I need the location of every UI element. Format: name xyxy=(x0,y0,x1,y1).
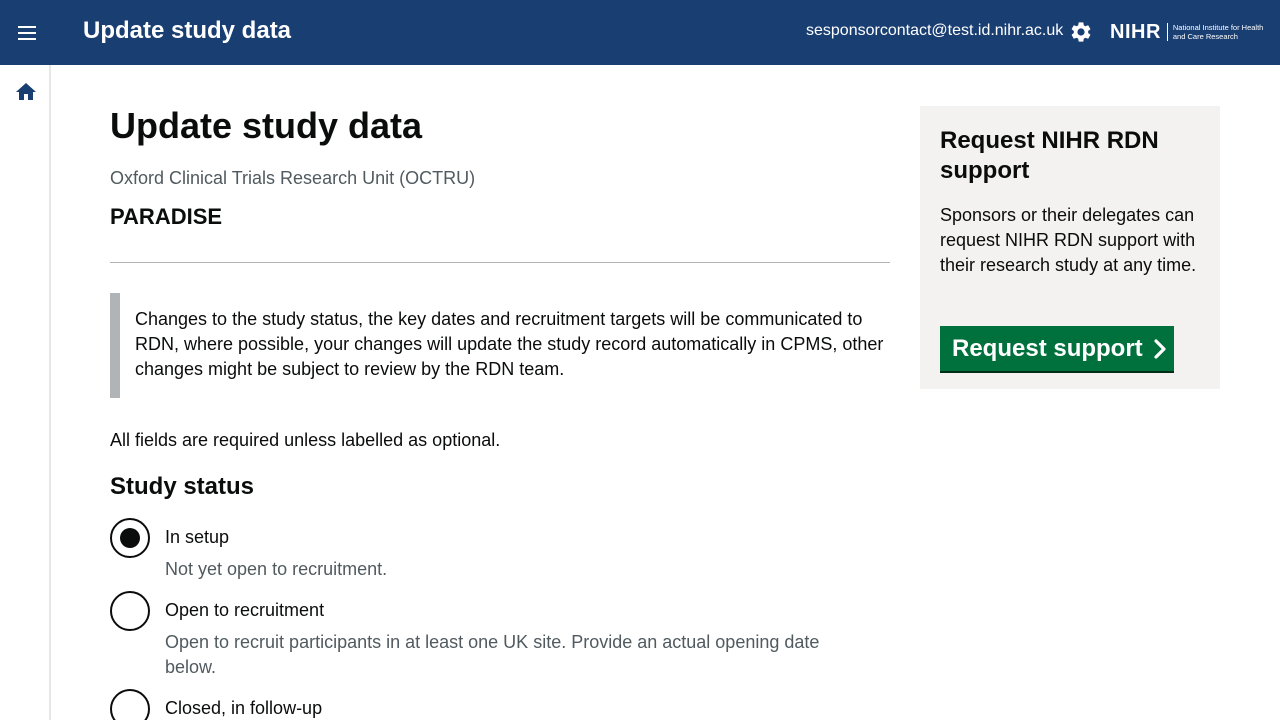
logo-mark: NIHR xyxy=(1110,20,1161,43)
user-email-link[interactable]: sesponsorcontact@test.id.nihr.ac.uk xyxy=(806,22,1063,40)
radio-button[interactable] xyxy=(110,518,150,558)
radio-hint: Open to recruit participants in at least… xyxy=(165,632,820,677)
top-header: Update study data sesponsorcontact@test.… xyxy=(0,0,1280,65)
radio-label[interactable]: Closed, in follow-up xyxy=(165,698,322,719)
request-support-label: Request support xyxy=(952,334,1143,362)
study-name: PARADISE xyxy=(110,204,223,229)
radio-selected-dot xyxy=(120,528,140,548)
required-fields-note: All fields are required unless labelled … xyxy=(110,430,501,450)
support-panel-text: Sponsors or their delegates can request … xyxy=(940,205,1197,275)
inset-text: Changes to the study status, the key dat… xyxy=(110,293,890,398)
logo-subtitle: National Institute for Health and Care R… xyxy=(1166,23,1267,41)
inset-paragraph: Changes to the study status, the key dat… xyxy=(135,309,884,379)
page-title: Update study data xyxy=(110,105,423,146)
request-support-button[interactable]: Request support xyxy=(940,326,1174,371)
study-status-heading: Study status xyxy=(110,473,255,500)
organisation-name: Oxford Clinical Trials Research Unit (OC… xyxy=(110,168,476,188)
support-panel-title: Request NIHR RDN support xyxy=(940,127,1159,184)
app-title: Update study data xyxy=(83,17,292,44)
radio-button[interactable] xyxy=(110,591,150,631)
chevron-right-icon xyxy=(1154,338,1166,359)
menu-icon[interactable] xyxy=(14,20,40,46)
section-divider xyxy=(110,262,890,263)
sidebar xyxy=(0,65,51,720)
radio-button[interactable] xyxy=(110,689,150,720)
support-panel: Request NIHR RDN support Sponsors or the… xyxy=(920,106,1220,389)
nihr-logo: NIHR National Institute for Health and C… xyxy=(1110,19,1270,45)
radio-label[interactable]: Open to recruitment xyxy=(165,600,324,621)
radio-label[interactable]: In setup xyxy=(165,527,229,548)
gear-icon[interactable] xyxy=(1069,20,1093,44)
home-icon[interactable] xyxy=(14,80,38,104)
radio-hint: Not yet open to recruitment. xyxy=(165,559,388,579)
